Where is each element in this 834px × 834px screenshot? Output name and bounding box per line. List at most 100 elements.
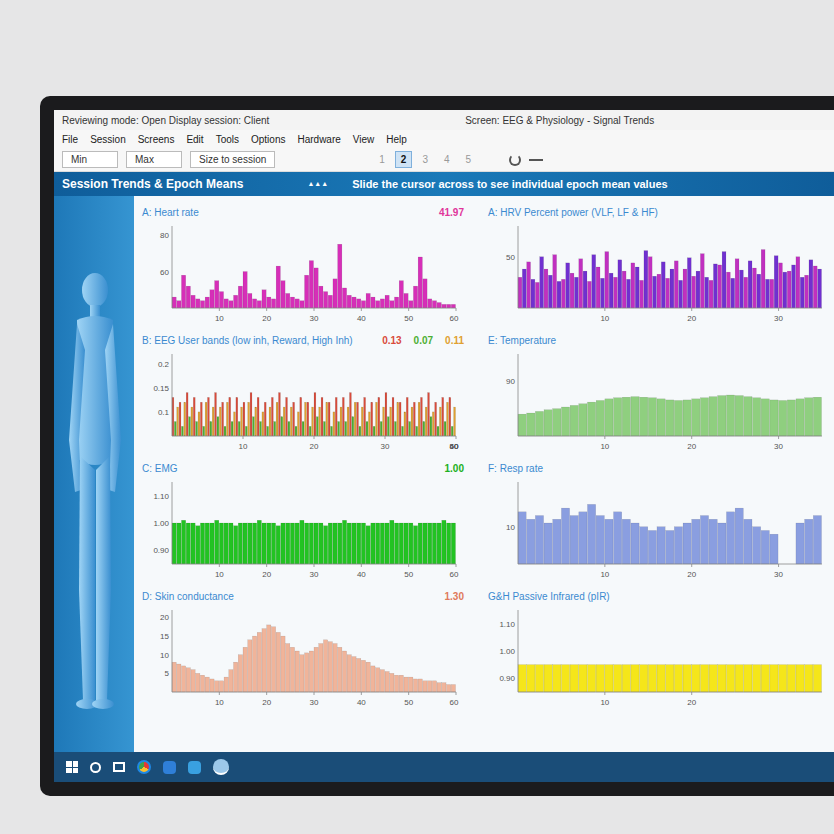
expand-icon[interactable] bbox=[529, 159, 543, 161]
chart-bar bbox=[234, 295, 238, 308]
biofeedback-app-icon[interactable] bbox=[213, 759, 229, 775]
chart-bar bbox=[722, 252, 726, 308]
x-tick-mark bbox=[691, 436, 692, 439]
menu-item[interactable]: View bbox=[353, 132, 375, 147]
page-tab[interactable]: 2 bbox=[395, 151, 413, 168]
page-tab[interactable]: 5 bbox=[460, 151, 478, 168]
page-tab[interactable]: 1 bbox=[373, 151, 391, 168]
chart-bar bbox=[326, 402, 328, 436]
chart-title: F: Resp rate bbox=[488, 461, 543, 476]
chart-bar bbox=[394, 297, 398, 308]
chart-bar bbox=[761, 530, 769, 564]
menu-item[interactable]: Session bbox=[90, 132, 126, 147]
chrome-icon[interactable] bbox=[137, 760, 151, 774]
chart-bar bbox=[300, 301, 304, 308]
bar-chart[interactable]: 50102030 bbox=[488, 220, 828, 324]
chart-bar bbox=[200, 402, 202, 436]
chart-bar bbox=[757, 274, 761, 308]
task-view-icon[interactable] bbox=[113, 762, 125, 772]
menu-item[interactable]: Tools bbox=[216, 132, 239, 147]
menu-item[interactable]: Edit bbox=[186, 132, 203, 147]
chart-bar bbox=[783, 272, 787, 308]
chart-bar bbox=[243, 402, 245, 436]
chart-bar bbox=[787, 271, 791, 308]
search-icon[interactable] bbox=[90, 762, 101, 773]
menu-item[interactable]: Options bbox=[251, 132, 285, 147]
y-tick: 1.00 bbox=[499, 647, 515, 656]
chart-bar bbox=[243, 272, 247, 308]
start-icon[interactable] bbox=[66, 761, 78, 773]
chart-bar bbox=[818, 269, 822, 308]
menu-item[interactable]: File bbox=[62, 132, 78, 147]
chart-bar bbox=[518, 665, 526, 692]
chart-bar bbox=[281, 636, 285, 692]
x-tick-mark bbox=[691, 692, 692, 695]
chart-bar bbox=[561, 279, 565, 308]
bar-chart[interactable]: 2015105102030405060 bbox=[142, 604, 462, 708]
chart-bar bbox=[328, 642, 332, 692]
chart-bar bbox=[718, 396, 726, 436]
screen-title: Screen: EEG & Physiology - Signal Trends bbox=[441, 113, 654, 128]
chart-bar bbox=[229, 670, 233, 692]
chart-bar bbox=[605, 399, 613, 436]
refresh-icon[interactable] bbox=[509, 154, 521, 166]
size-dropdown[interactable]: Size to session bbox=[190, 151, 275, 168]
chart-bar bbox=[215, 520, 219, 564]
chart-bar bbox=[252, 523, 256, 564]
right-charts: A: HRV Percent power (VLF, LF & HF)50102… bbox=[488, 204, 826, 744]
chart-bar bbox=[338, 647, 342, 692]
chart-bar bbox=[196, 673, 200, 692]
chart-bar bbox=[267, 625, 271, 692]
chart-bar bbox=[744, 665, 752, 692]
x-tick-mark bbox=[778, 564, 779, 567]
chart-bar bbox=[442, 304, 446, 308]
app-icon[interactable] bbox=[188, 761, 201, 774]
bar-chart[interactable]: 1.101.000.90102030405060 bbox=[142, 476, 462, 580]
chart-bar bbox=[305, 275, 309, 308]
x-tick: 30 bbox=[774, 442, 783, 451]
chart-bar bbox=[423, 279, 427, 308]
chart-bar bbox=[596, 665, 604, 692]
chart-bar bbox=[648, 665, 656, 692]
chart-bar bbox=[561, 508, 569, 564]
chart-bar bbox=[212, 407, 214, 436]
chart-readings: 1.00 bbox=[445, 461, 464, 476]
chart-bar bbox=[286, 644, 290, 692]
menu-item[interactable]: Hardware bbox=[297, 132, 340, 147]
min-dropdown[interactable]: Min bbox=[62, 151, 118, 168]
x-tick: 10 bbox=[600, 698, 609, 707]
chart-bar bbox=[234, 412, 236, 436]
chart-bar bbox=[297, 412, 299, 436]
page-tab[interactable]: 3 bbox=[416, 151, 434, 168]
chart-bar bbox=[338, 244, 342, 308]
chart-bar bbox=[527, 413, 535, 436]
chart-bar bbox=[217, 417, 219, 436]
chart-bar bbox=[307, 402, 309, 436]
page-tab[interactable]: 4 bbox=[438, 151, 456, 168]
header-marks: ▲▲▲ bbox=[307, 179, 328, 190]
chart-bar bbox=[735, 259, 739, 308]
chart-bar bbox=[186, 393, 188, 436]
max-dropdown[interactable]: Max bbox=[126, 151, 182, 168]
menu-item[interactable]: Help bbox=[386, 132, 407, 147]
chart-bar bbox=[314, 647, 318, 692]
x-tick-mark bbox=[266, 692, 267, 695]
bar-chart[interactable]: 90102030 bbox=[488, 348, 828, 452]
chart-bar bbox=[770, 534, 778, 564]
app-icon[interactable] bbox=[163, 761, 176, 774]
bar-chart[interactable]: 10102030 bbox=[488, 476, 828, 580]
chart-bar bbox=[172, 523, 176, 564]
chart-reading: 0.11 bbox=[445, 333, 464, 348]
chart-bar bbox=[631, 263, 635, 308]
chart-bar bbox=[186, 668, 190, 692]
chart-header: E: Temperature bbox=[488, 332, 826, 348]
chart-bar bbox=[399, 402, 401, 436]
menu-item[interactable]: Screens bbox=[138, 132, 175, 147]
chart-bar bbox=[208, 397, 210, 436]
bar-chart[interactable]: 1.101.000.901020 bbox=[488, 604, 828, 708]
bar-chart[interactable]: 8060102030405060 bbox=[142, 220, 462, 324]
chart-bar bbox=[718, 265, 722, 308]
chart-bar bbox=[281, 417, 283, 436]
bar-chart[interactable]: 0.20.150.1102030405060 bbox=[142, 348, 462, 452]
chart-bar bbox=[796, 399, 804, 436]
